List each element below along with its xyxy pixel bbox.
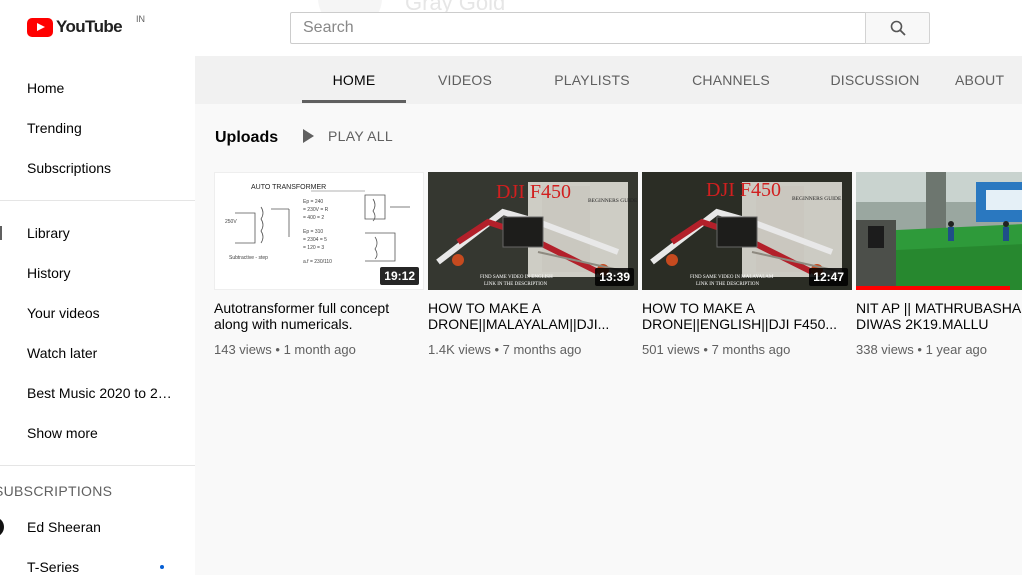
tab-videos[interactable]: VIDEOS <box>425 56 505 104</box>
logo-text: YouTube <box>56 17 123 36</box>
thumb-heading: DJI F450 <box>706 179 781 201</box>
tab-home[interactable]: HOME <box>302 56 406 104</box>
sidebar-item-trending[interactable]: Trending <box>0 108 195 148</box>
video-card[interactable]: AUTO TRANSFORMER Ep = 240 = 230V = R = 4… <box>214 172 424 357</box>
sidebar-item-subscriptions[interactable]: Subscriptions <box>0 148 195 188</box>
youtube-logo[interactable]: YouTube IN <box>27 14 145 37</box>
guide-sidebar: Home Trending Subscriptions Library Hist… <box>0 56 195 575</box>
sidebar-item-home[interactable]: Home <box>0 68 195 108</box>
svg-text:Subtractive - step: Subtractive - step <box>229 255 268 261</box>
video-card[interactable]: DJI F450 BEGINNERS GUIDE FIND SAME VIDEO… <box>428 172 638 357</box>
watch-progress-bar <box>856 286 1010 290</box>
thumb-caption-2: LINK IN THE DESCRIPTION <box>484 282 547 287</box>
play-all-label: PLAY ALL <box>328 128 393 144</box>
thumb-side-text: BEGINNERS GUIDE <box>792 196 842 202</box>
video-metadata: 1.4K views • 7 months ago <box>428 342 582 357</box>
video-thumbnail[interactable] <box>856 172 1022 290</box>
youtube-channel-page: YouTube IN Gray Gold Home Trending Subsc… <box>0 0 1022 575</box>
sidebar-divider <box>0 200 195 201</box>
svg-text:Ep = 310: Ep = 310 <box>303 229 323 235</box>
new-content-dot <box>160 565 164 569</box>
video-metadata: 143 views • 1 month ago <box>214 342 356 357</box>
sidebar-item-label: History <box>27 265 71 281</box>
search-button[interactable] <box>865 12 930 44</box>
sidebar-item-label: Trending <box>27 120 82 136</box>
subscription-label: Ed Sheeran <box>27 519 101 535</box>
svg-text:a.f = 230/110: a.f = 230/110 <box>303 259 332 265</box>
library-icon <box>0 226 2 240</box>
video-metadata: 338 views • 1 year ago <box>856 342 988 357</box>
active-tab-indicator <box>302 100 406 103</box>
video-title[interactable]: HOW TO MAKE A DRONE||MALAYALAM||DJI... <box>428 300 628 332</box>
sidebar-divider <box>0 465 195 466</box>
play-icon <box>303 129 314 143</box>
tab-about[interactable]: ABOUT <box>955 56 1022 104</box>
video-card[interactable]: NIT AP || MATHRUBASHA DIWAS 2K19.MALLU D… <box>856 172 1022 357</box>
search-icon <box>890 20 906 36</box>
avatar <box>0 517 4 537</box>
play-all-button[interactable]: PLAY ALL <box>303 128 393 144</box>
video-title[interactable]: Autotransformer full concept along with … <box>214 300 414 332</box>
stage-event-image <box>856 172 1022 290</box>
video-duration: 12:47 <box>809 268 848 286</box>
sidebar-item-history[interactable]: History <box>0 253 195 293</box>
video-thumbnail[interactable]: AUTO TRANSFORMER Ep = 240 = 230V = R = 4… <box>214 172 424 290</box>
subscriptions-heading: SUBSCRIPTIONS <box>0 483 113 499</box>
thumb-caption-1: FIND SAME VIDEO IN MALAYALAM <box>690 275 774 280</box>
video-metadata: 501 views • 7 months ago <box>642 342 791 357</box>
video-thumbnail[interactable]: DJI F450 BEGINNERS GUIDE FIND SAME VIDEO… <box>428 172 638 290</box>
country-code: IN <box>136 14 145 24</box>
thumb-heading: DJI F450 <box>496 181 571 203</box>
thumb-side-text: BEGINNERS GUIDE <box>588 198 638 204</box>
sidebar-item-label: Your videos <box>27 305 100 321</box>
sidebar-item-label: Home <box>27 80 65 96</box>
sidebar-item-label: Subscriptions <box>27 160 112 176</box>
svg-text:= 2304 = 5: = 2304 = 5 <box>303 237 327 243</box>
svg-text:= 230V = R: = 230V = R <box>303 207 329 213</box>
tab-playlists[interactable]: PLAYLISTS <box>541 56 643 104</box>
video-title[interactable]: HOW TO MAKE A DRONE||ENGLISH||DJI F450..… <box>642 300 842 332</box>
sidebar-item-watch-later[interactable]: Watch later <box>0 333 195 373</box>
channel-tabs: HOME VIDEOS PLAYLISTS CHANNELS DISCUSSIO… <box>195 56 1022 104</box>
sidebar-item-library[interactable]: Library <box>0 213 195 253</box>
tab-channels[interactable]: CHANNELS <box>679 56 783 104</box>
svg-text:= 120 = 3: = 120 = 3 <box>303 245 324 251</box>
svg-text:Ep = 240: Ep = 240 <box>303 199 323 205</box>
video-card[interactable]: DJI F450 BEGINNERS GUIDE FIND SAME VIDEO… <box>642 172 852 357</box>
channel-content: HOME VIDEOS PLAYLISTS CHANNELS DISCUSSIO… <box>195 56 1022 575</box>
sidebar-item-label: Watch later <box>27 345 98 361</box>
thumb-heading: AUTO TRANSFORMER <box>251 184 326 191</box>
sidebar-item-show-more[interactable]: Show more <box>0 413 195 453</box>
masthead: YouTube IN Gray Gold <box>0 0 1022 56</box>
svg-text:= 400 = 2: = 400 = 2 <box>303 215 324 221</box>
video-duration: 19:12 <box>380 267 419 285</box>
search-input[interactable] <box>290 12 866 44</box>
subscription-item-t-series[interactable]: T-Series <box>0 547 195 575</box>
video-title[interactable]: NIT AP || MATHRUBASHA DIWAS 2K19.MALLU D… <box>856 300 1022 332</box>
video-duration: 13:39 <box>595 268 634 286</box>
uploads-shelf-title[interactable]: Uploads <box>215 129 278 147</box>
thumb-caption-2: LINK IN THE DESCRIPTION <box>696 282 759 287</box>
sidebar-item-label: Best Music 2020 to 2… <box>27 385 172 401</box>
thumb-caption-1: FIND SAME VIDEO IN ENGLISH <box>480 275 553 280</box>
svg-text:250V: 250V <box>225 219 237 225</box>
home-icon <box>0 81 2 95</box>
sidebar-item-your-videos[interactable]: Your videos <box>0 293 195 333</box>
sidebar-item-label: Library <box>27 225 70 241</box>
video-thumbnail[interactable]: DJI F450 BEGINNERS GUIDE FIND SAME VIDEO… <box>642 172 852 290</box>
subscription-item-ed-sheeran[interactable]: Ed Sheeran <box>0 507 195 547</box>
tab-discussion[interactable]: DISCUSSION <box>819 56 931 104</box>
subscription-label: T-Series <box>27 559 80 575</box>
youtube-play-logo-icon <box>27 17 53 37</box>
sidebar-item-playlist[interactable]: Best Music 2020 to 2… <box>0 373 195 413</box>
sidebar-item-label: Show more <box>27 425 98 441</box>
